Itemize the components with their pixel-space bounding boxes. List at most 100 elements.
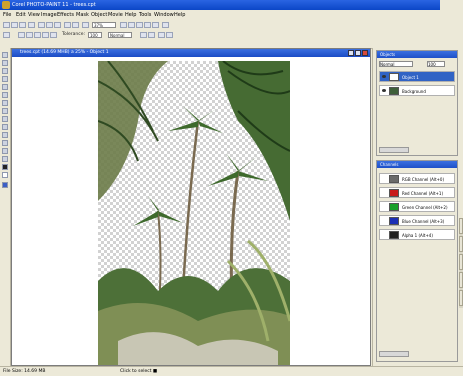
standard-toolbar: 37% bbox=[0, 20, 463, 30]
object-row-background[interactable]: Background bbox=[379, 85, 455, 96]
mode-subtract-icon[interactable] bbox=[34, 32, 41, 38]
image-canvas[interactable] bbox=[98, 61, 290, 365]
ruler-icon[interactable] bbox=[152, 22, 159, 28]
undo-icon[interactable] bbox=[64, 22, 71, 28]
rectangle-mask-tool-icon[interactable] bbox=[2, 68, 8, 74]
app-root: Corel PHOTO-PAINT 11 - trees.cpt File Ed… bbox=[0, 0, 463, 376]
sample-icon[interactable] bbox=[166, 32, 173, 38]
visibility-eye-icon[interactable] bbox=[382, 75, 386, 78]
visibility-eye-icon[interactable] bbox=[382, 89, 386, 92]
eraser-tool-icon[interactable] bbox=[2, 116, 8, 122]
feather-icon[interactable] bbox=[140, 32, 147, 38]
doc-minimize-icon[interactable] bbox=[348, 50, 354, 56]
fit-icon[interactable] bbox=[136, 22, 143, 28]
side-tab-3[interactable] bbox=[459, 254, 463, 270]
zoom-out-icon[interactable] bbox=[128, 22, 135, 28]
anti-alias-icon[interactable] bbox=[148, 32, 155, 38]
menu-tools[interactable]: Tools bbox=[139, 10, 151, 20]
zoom-field[interactable]: 37% bbox=[92, 22, 116, 28]
background-color-swatch[interactable] bbox=[2, 172, 8, 178]
object-opacity-field[interactable]: 100 bbox=[427, 61, 445, 67]
channel-panel-buttons[interactable] bbox=[379, 351, 409, 357]
application-window: Corel PHOTO-PAINT 11 - trees.cpt File Ed… bbox=[0, 0, 463, 376]
side-tab-4[interactable] bbox=[459, 272, 463, 288]
menu-file[interactable]: File bbox=[3, 10, 11, 20]
redo-icon[interactable] bbox=[72, 22, 79, 28]
side-tab-2[interactable] bbox=[459, 236, 463, 252]
doc-close-icon[interactable] bbox=[362, 50, 368, 56]
copy-icon[interactable] bbox=[46, 22, 53, 28]
channel-row-alpha[interactable]: Alpha 1 (Alt+4) bbox=[379, 229, 455, 240]
side-tab-5[interactable] bbox=[459, 290, 463, 306]
toolbox bbox=[0, 48, 11, 366]
app-icon bbox=[2, 1, 10, 9]
import-icon[interactable] bbox=[82, 22, 89, 28]
menu-help-1[interactable]: Help bbox=[125, 10, 136, 20]
crop-tool-icon[interactable] bbox=[2, 92, 8, 98]
print-icon[interactable] bbox=[28, 22, 35, 28]
docker-side-tabs bbox=[459, 218, 463, 308]
channels-panel-header: Channels bbox=[377, 161, 457, 168]
menu-help-2[interactable]: Help bbox=[174, 10, 185, 20]
new-icon[interactable] bbox=[3, 22, 10, 28]
objects-panel-header: Objects bbox=[377, 51, 457, 58]
zoom-tool-icon[interactable] bbox=[2, 100, 8, 106]
cut-icon[interactable] bbox=[38, 22, 45, 28]
options-icon[interactable] bbox=[162, 22, 169, 28]
menu-mask[interactable]: Mask bbox=[76, 10, 89, 20]
channel-row-red[interactable]: Red Channel (Alt+1) bbox=[379, 187, 455, 198]
red-eye-tool-icon[interactable] bbox=[2, 124, 8, 130]
lasso-mask-tool-icon[interactable] bbox=[2, 76, 8, 82]
mode-intersect-icon[interactable] bbox=[50, 32, 57, 38]
text-tool-icon[interactable] bbox=[2, 148, 8, 154]
channel-row-blue[interactable]: Blue Channel (Alt+3) bbox=[379, 215, 455, 226]
menu-movie[interactable]: Movie bbox=[108, 10, 123, 20]
channels-panel: Channels RGB Channel (Alt+0) Red Channel… bbox=[376, 160, 458, 362]
doc-maximize-icon[interactable] bbox=[355, 50, 361, 56]
channel-thumbnail bbox=[389, 189, 399, 197]
object-panel-buttons[interactable] bbox=[379, 147, 409, 153]
paint-color-icon[interactable] bbox=[2, 182, 8, 188]
mode-xor-icon[interactable] bbox=[42, 32, 49, 38]
mode-normal-icon[interactable] bbox=[18, 32, 25, 38]
zoom-in-icon[interactable] bbox=[120, 22, 127, 28]
docker-area: Objects Normal 100 Object 1 Background C… bbox=[372, 48, 463, 366]
clone-tool-icon[interactable] bbox=[2, 132, 8, 138]
mask-transform-tool-icon[interactable] bbox=[2, 60, 8, 66]
channel-label: RGB Channel (Alt+0) bbox=[402, 177, 445, 182]
fill-tool-icon[interactable] bbox=[2, 156, 8, 162]
object-row-object-1[interactable]: Object 1 bbox=[379, 71, 455, 82]
menu-window[interactable]: Window bbox=[154, 10, 174, 20]
paste-icon[interactable] bbox=[54, 22, 61, 28]
channel-label: Green Channel (Alt+2) bbox=[402, 205, 448, 210]
pick-tool-icon[interactable] bbox=[2, 52, 8, 58]
open-icon[interactable] bbox=[11, 22, 18, 28]
menu-view[interactable]: View bbox=[28, 10, 40, 20]
menu-image[interactable]: Image bbox=[41, 10, 57, 20]
mode-add-icon[interactable] bbox=[26, 32, 33, 38]
property-bar: Tolerance: 100 Normal bbox=[0, 30, 463, 40]
side-tab-1[interactable] bbox=[459, 218, 463, 234]
menu-effects[interactable]: Effects bbox=[57, 10, 74, 20]
tolerance-icon[interactable] bbox=[158, 32, 165, 38]
menu-edit[interactable]: Edit bbox=[16, 10, 26, 20]
eyedropper-tool-icon[interactable] bbox=[2, 108, 8, 114]
grid-icon[interactable] bbox=[144, 22, 151, 28]
touchup-tool-icon[interactable] bbox=[2, 140, 8, 146]
object-thumbnail bbox=[389, 87, 399, 95]
tolerance-field[interactable]: 100 bbox=[88, 32, 102, 38]
channel-thumbnail bbox=[389, 217, 399, 225]
channel-row-rgb[interactable]: RGB Channel (Alt+0) bbox=[379, 173, 455, 184]
channel-thumbnail bbox=[389, 203, 399, 211]
save-icon[interactable] bbox=[19, 22, 26, 28]
merge-mode-select[interactable]: Normal bbox=[108, 32, 132, 38]
magic-wand-tool-icon[interactable] bbox=[2, 84, 8, 90]
mask-tool-icon[interactable] bbox=[3, 32, 10, 38]
object-merge-mode[interactable]: Normal bbox=[379, 61, 413, 67]
window-title: Corel PHOTO-PAINT 11 - trees.cpt bbox=[12, 2, 96, 8]
channel-row-green[interactable]: Green Channel (Alt+2) bbox=[379, 201, 455, 212]
foreground-color-swatch[interactable] bbox=[2, 164, 8, 170]
objects-panel: Objects Normal 100 Object 1 Background bbox=[376, 50, 458, 156]
tolerance-label: Tolerance: bbox=[62, 32, 85, 37]
menu-object[interactable]: Object bbox=[91, 10, 107, 20]
